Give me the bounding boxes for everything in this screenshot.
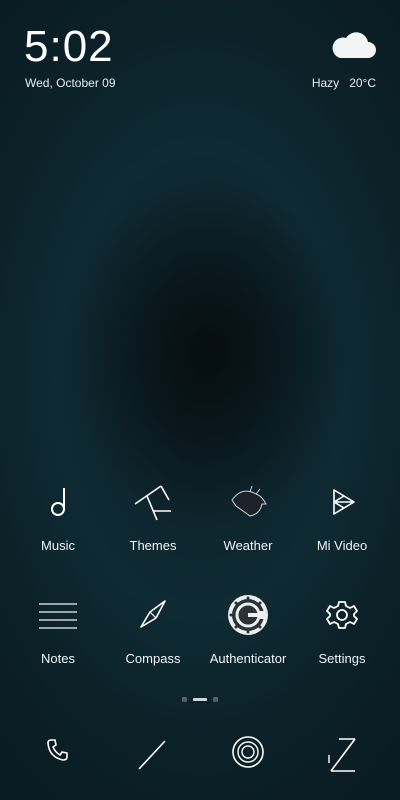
- app-label: Weather: [223, 538, 273, 553]
- page-dot[interactable]: [213, 697, 218, 702]
- dock-browser[interactable]: [103, 735, 203, 775]
- video-play-icon: [333, 489, 355, 515]
- dock-camera[interactable]: [198, 735, 298, 769]
- app-label: Authenticator: [209, 651, 287, 666]
- weather-temperature: 20°C: [349, 76, 376, 90]
- phone-icon: [47, 739, 68, 761]
- compass-icon: [140, 600, 166, 628]
- app-authenticator[interactable]: Authenticator: [198, 593, 298, 666]
- page-dot-active[interactable]: [193, 698, 207, 701]
- browser-icon: [138, 740, 166, 770]
- cloud-icon[interactable]: [328, 28, 376, 62]
- app-label: Mi Video: [316, 538, 368, 553]
- dock: [0, 735, 400, 785]
- clock-time[interactable]: 5:02: [24, 22, 114, 72]
- page-dot[interactable]: [182, 697, 187, 702]
- gallery-icon: [328, 738, 356, 772]
- clock-date[interactable]: Wed, October 09: [25, 76, 116, 90]
- app-weather[interactable]: Weather: [198, 480, 298, 553]
- page-indicator: [0, 697, 400, 702]
- dock-phone[interactable]: [8, 735, 108, 765]
- app-label: Music: [41, 538, 75, 553]
- app-settings[interactable]: Settings: [292, 593, 392, 666]
- weather-icon: [231, 485, 267, 517]
- app-label: Settings: [318, 651, 366, 666]
- app-compass[interactable]: Compass: [103, 593, 203, 666]
- dock-gallery[interactable]: [292, 735, 392, 775]
- weather-summary[interactable]: Hazy 20°C: [312, 76, 376, 90]
- weather-condition: Hazy: [311, 76, 340, 90]
- app-label: Notes: [41, 651, 75, 666]
- app-music[interactable]: Music: [8, 480, 108, 553]
- gear-icon: [326, 601, 358, 629]
- app-mi-video[interactable]: Mi Video: [292, 480, 392, 553]
- music-note-icon: [51, 488, 65, 516]
- app-notes[interactable]: Notes: [8, 593, 108, 666]
- app-label: Themes: [129, 538, 177, 553]
- app-label: Compass: [125, 651, 181, 666]
- themes-icon: [134, 485, 171, 521]
- camera-icon: [232, 736, 264, 768]
- authenticator-icon: [228, 595, 268, 635]
- notes-icon: [39, 603, 77, 629]
- app-themes[interactable]: Themes: [103, 480, 203, 553]
